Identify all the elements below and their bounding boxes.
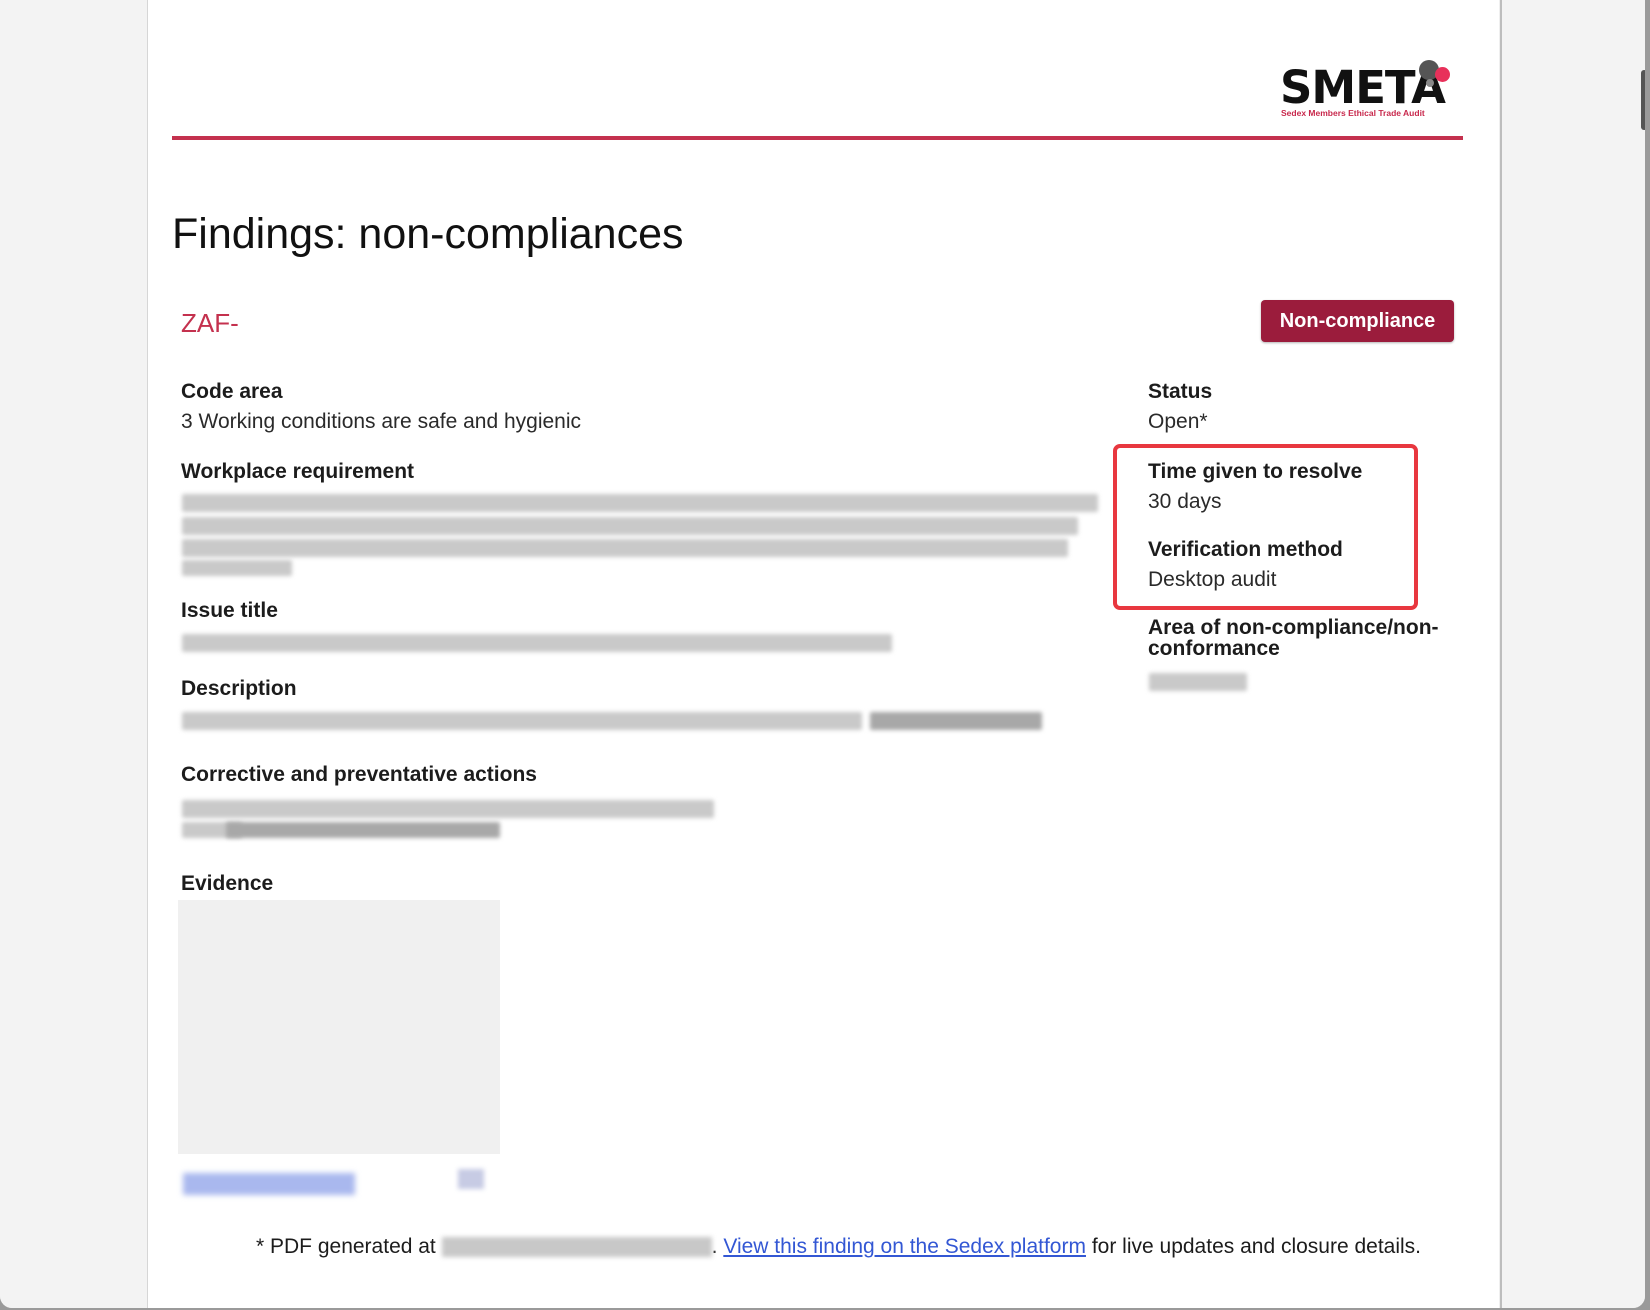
redacted-text bbox=[182, 494, 1098, 512]
redacted-text bbox=[182, 517, 1078, 535]
evidence-label: Evidence bbox=[181, 872, 274, 895]
header-divider bbox=[172, 136, 1463, 140]
redacted-text bbox=[870, 712, 1042, 730]
page-title: Findings: non-compliances bbox=[172, 210, 684, 258]
issue-title-label: Issue title bbox=[181, 599, 278, 622]
highlight-box bbox=[1113, 444, 1418, 610]
status-label: Status bbox=[1148, 380, 1213, 403]
logo-dot-icon bbox=[1426, 79, 1434, 87]
non-compliance-badge: Non-compliance bbox=[1261, 300, 1454, 342]
evidence-image[interactable] bbox=[178, 900, 500, 1154]
sedex-platform-link[interactable]: View this finding on the Sedex platform bbox=[723, 1235, 1086, 1258]
evidence-file-link[interactable] bbox=[183, 1173, 355, 1195]
redacted-text bbox=[182, 634, 892, 652]
redacted-text bbox=[182, 712, 862, 730]
redacted-text bbox=[182, 539, 1068, 557]
viewer-left-margin bbox=[0, 0, 148, 1308]
area-of-non-compliance-label-cont: conformance bbox=[1148, 637, 1280, 660]
pdf-viewer: SMETA Sedex Members Ethical Trade Audit … bbox=[0, 0, 1645, 1308]
pdf-footer: * PDF generated at . View this finding o… bbox=[256, 1235, 1422, 1258]
redacted-text bbox=[182, 560, 292, 576]
redacted-text bbox=[182, 800, 714, 818]
finding-id: ZAF- bbox=[181, 308, 239, 338]
code-area-value: 3 Working conditions are safe and hygien… bbox=[181, 410, 582, 433]
corrective-actions-label: Corrective and preventative actions bbox=[181, 763, 537, 786]
scrollbar-thumb[interactable] bbox=[1641, 70, 1645, 130]
code-area-label: Code area bbox=[181, 380, 283, 403]
redacted-text bbox=[1149, 673, 1247, 691]
viewer-right-margin bbox=[1500, 0, 1645, 1308]
logo-tagline: Sedex Members Ethical Trade Audit bbox=[1281, 108, 1425, 118]
smeta-logo: SMETA Sedex Members Ethical Trade Audit bbox=[1280, 55, 1455, 125]
redacted-text bbox=[226, 822, 500, 838]
external-link-icon[interactable] bbox=[458, 1169, 484, 1189]
footer-prefix: * PDF generated at bbox=[256, 1235, 436, 1258]
redacted-timestamp bbox=[441, 1237, 712, 1258]
status-value: Open* bbox=[1148, 410, 1208, 433]
logo-dot-icon bbox=[1435, 67, 1450, 82]
description-label: Description bbox=[181, 677, 297, 700]
workplace-requirement-label: Workplace requirement bbox=[181, 460, 415, 483]
footer-suffix: for live updates and closure details. bbox=[1091, 1235, 1422, 1258]
